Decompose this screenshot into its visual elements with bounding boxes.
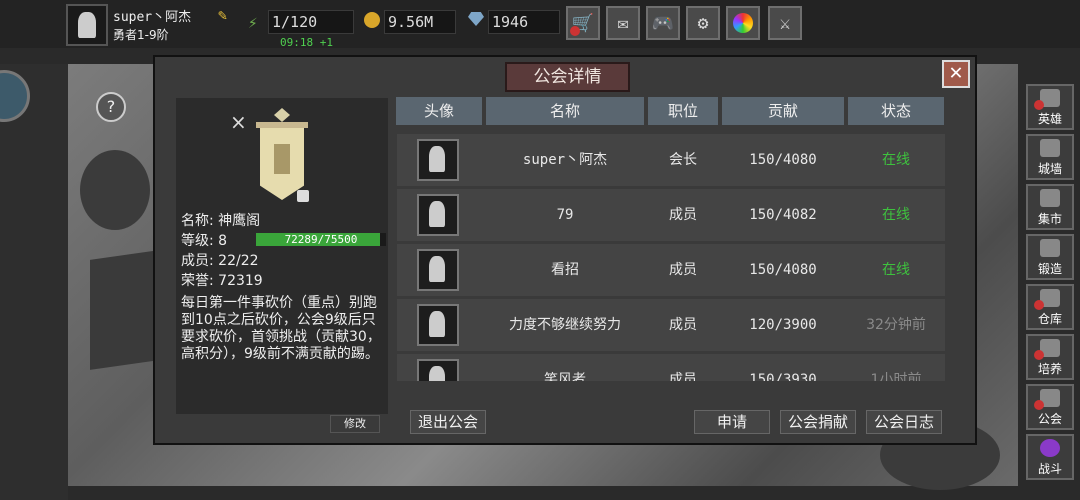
- anvil-icon: [1040, 239, 1060, 257]
- member-status: 32分钟前: [866, 317, 926, 333]
- player-rank: 勇者1-9阶: [113, 28, 169, 42]
- gamepad-icon[interactable]: 🎮: [646, 6, 680, 40]
- shop-cart-icon[interactable]: 🛒: [566, 6, 600, 40]
- header-contrib: 贡献: [722, 97, 844, 125]
- member-role: 成员: [669, 262, 697, 278]
- close-icon[interactable]: ×: [230, 110, 247, 134]
- header-avatar: 头像: [396, 97, 482, 125]
- member-contrib: 120/3900: [749, 317, 817, 333]
- member-status: 在线: [882, 207, 910, 223]
- portal-icon: [1040, 439, 1060, 457]
- guild-honor: 72319: [218, 273, 263, 289]
- member-avatar[interactable]: [417, 304, 459, 346]
- donate-button[interactable]: 公会捐献: [780, 410, 856, 434]
- member-role: 成员: [669, 207, 697, 223]
- sidebar-item-battle[interactable]: 战斗: [1026, 434, 1074, 480]
- table-row[interactable]: 力度不够继续努力 成员 120/3900 32分钟前: [397, 299, 945, 351]
- member-status: 1小时前: [870, 372, 922, 381]
- header-status: 状态: [848, 97, 944, 125]
- gold-value: 9.56M: [384, 10, 456, 34]
- member-role: 成员: [669, 317, 697, 333]
- member-role: 会长: [669, 152, 697, 168]
- guild-members-row: 成员: 22/22: [181, 253, 259, 269]
- guild-description: 每日第一件事砍价（重点）别跑到10点之后砍价，公会9级后只要求砍价，首领挑战（贡…: [181, 295, 381, 362]
- member-contrib: 150/3930: [749, 372, 817, 381]
- member-name: super丶阿杰: [522, 152, 608, 168]
- alert-icon: [1034, 350, 1044, 360]
- sword-icon[interactable]: ⚔: [768, 6, 802, 40]
- dialog-title: 公会详情: [505, 62, 630, 92]
- member-avatar[interactable]: [417, 139, 459, 181]
- member-contrib: 150/4080: [749, 152, 817, 168]
- sidebar-item-market[interactable]: 集市: [1026, 184, 1074, 230]
- member-contrib: 150/4082: [749, 207, 817, 223]
- sidebar-item-warehouse[interactable]: 仓库: [1026, 284, 1074, 330]
- exp-text: 72289/75500: [284, 233, 358, 246]
- sidebar-item-guild[interactable]: 公会: [1026, 384, 1074, 430]
- guild-banner-icon: [256, 108, 308, 202]
- sidebar-item-forge[interactable]: 锻造: [1026, 234, 1074, 280]
- energy-timer: 09:18 +1: [280, 36, 333, 49]
- table-row[interactable]: super丶阿杰 会长 150/4080 在线: [397, 134, 945, 186]
- sidebar-item-hero[interactable]: 英雄: [1026, 84, 1074, 130]
- header-role: 职位: [648, 97, 718, 125]
- guild-level: 8: [218, 233, 228, 249]
- member-avatar[interactable]: [417, 359, 459, 381]
- energy-icon: ⚡: [248, 13, 258, 32]
- alert-icon: [1034, 300, 1044, 310]
- alert-icon: [1034, 100, 1044, 110]
- member-role: 成员: [669, 372, 697, 381]
- gem-value: 1946: [488, 10, 560, 34]
- member-avatar[interactable]: [417, 194, 459, 236]
- energy-value: 1/120: [268, 10, 354, 34]
- edit-button[interactable]: 修改: [330, 415, 380, 433]
- header-name: 名称: [486, 97, 644, 125]
- leave-guild-button[interactable]: 退出公会: [410, 410, 486, 434]
- member-name: 看招: [551, 262, 579, 278]
- guild-level-row: 等级: 8: [181, 233, 228, 249]
- guild-log-button[interactable]: 公会日志: [866, 410, 942, 434]
- exp-bar: 72289/75500: [256, 233, 386, 246]
- guild-name: 神鹰阁: [218, 213, 261, 229]
- member-status: 在线: [882, 262, 910, 278]
- wall-icon: [1040, 139, 1060, 157]
- table-row[interactable]: 看招 成员 150/4080 在线: [397, 244, 945, 296]
- market-icon: [1040, 189, 1060, 207]
- guild-members: 22/22: [218, 253, 259, 269]
- edit-name-icon[interactable]: ✎: [218, 6, 227, 24]
- member-contrib: 150/4080: [749, 262, 817, 278]
- table-row[interactable]: 79 成员 150/4082 在线: [397, 189, 945, 241]
- member-avatar[interactable]: [417, 249, 459, 291]
- help-icon[interactable]: ?: [96, 92, 126, 122]
- member-name: 力度不够继续努力: [509, 317, 621, 333]
- sidebar-item-train[interactable]: 培养: [1026, 334, 1074, 380]
- player-avatar[interactable]: [66, 4, 108, 46]
- close-button[interactable]: ✕: [942, 60, 970, 88]
- gold-icon: [364, 12, 380, 28]
- member-status: 在线: [882, 152, 910, 168]
- pinwheel-icon[interactable]: [726, 6, 760, 40]
- member-name: 79: [556, 207, 574, 223]
- guild-name-row: 名称: 神鹰阁: [181, 213, 261, 229]
- scene-left-edge: [0, 64, 68, 500]
- member-list[interactable]: super丶阿杰 会长 150/4080 在线 79 成员 150/4082 在线 看招 成员 15…: [397, 134, 945, 381]
- alert-icon: [1034, 400, 1044, 410]
- scene-tree: [80, 150, 150, 230]
- sidebar-item-wall[interactable]: 城墙: [1026, 134, 1074, 180]
- member-name: 笑风者: [544, 372, 586, 381]
- mail-icon[interactable]: ✉: [606, 6, 640, 40]
- gear-icon[interactable]: ⚙: [686, 6, 720, 40]
- player-name: super丶阿杰: [113, 10, 192, 25]
- guild-honor-row: 荣誉: 72319: [181, 273, 263, 289]
- banner-edit-icon[interactable]: [297, 190, 309, 202]
- table-row[interactable]: 笑风者 成员 150/3930 1小时前: [397, 354, 945, 381]
- apply-button[interactable]: 申请: [694, 410, 770, 434]
